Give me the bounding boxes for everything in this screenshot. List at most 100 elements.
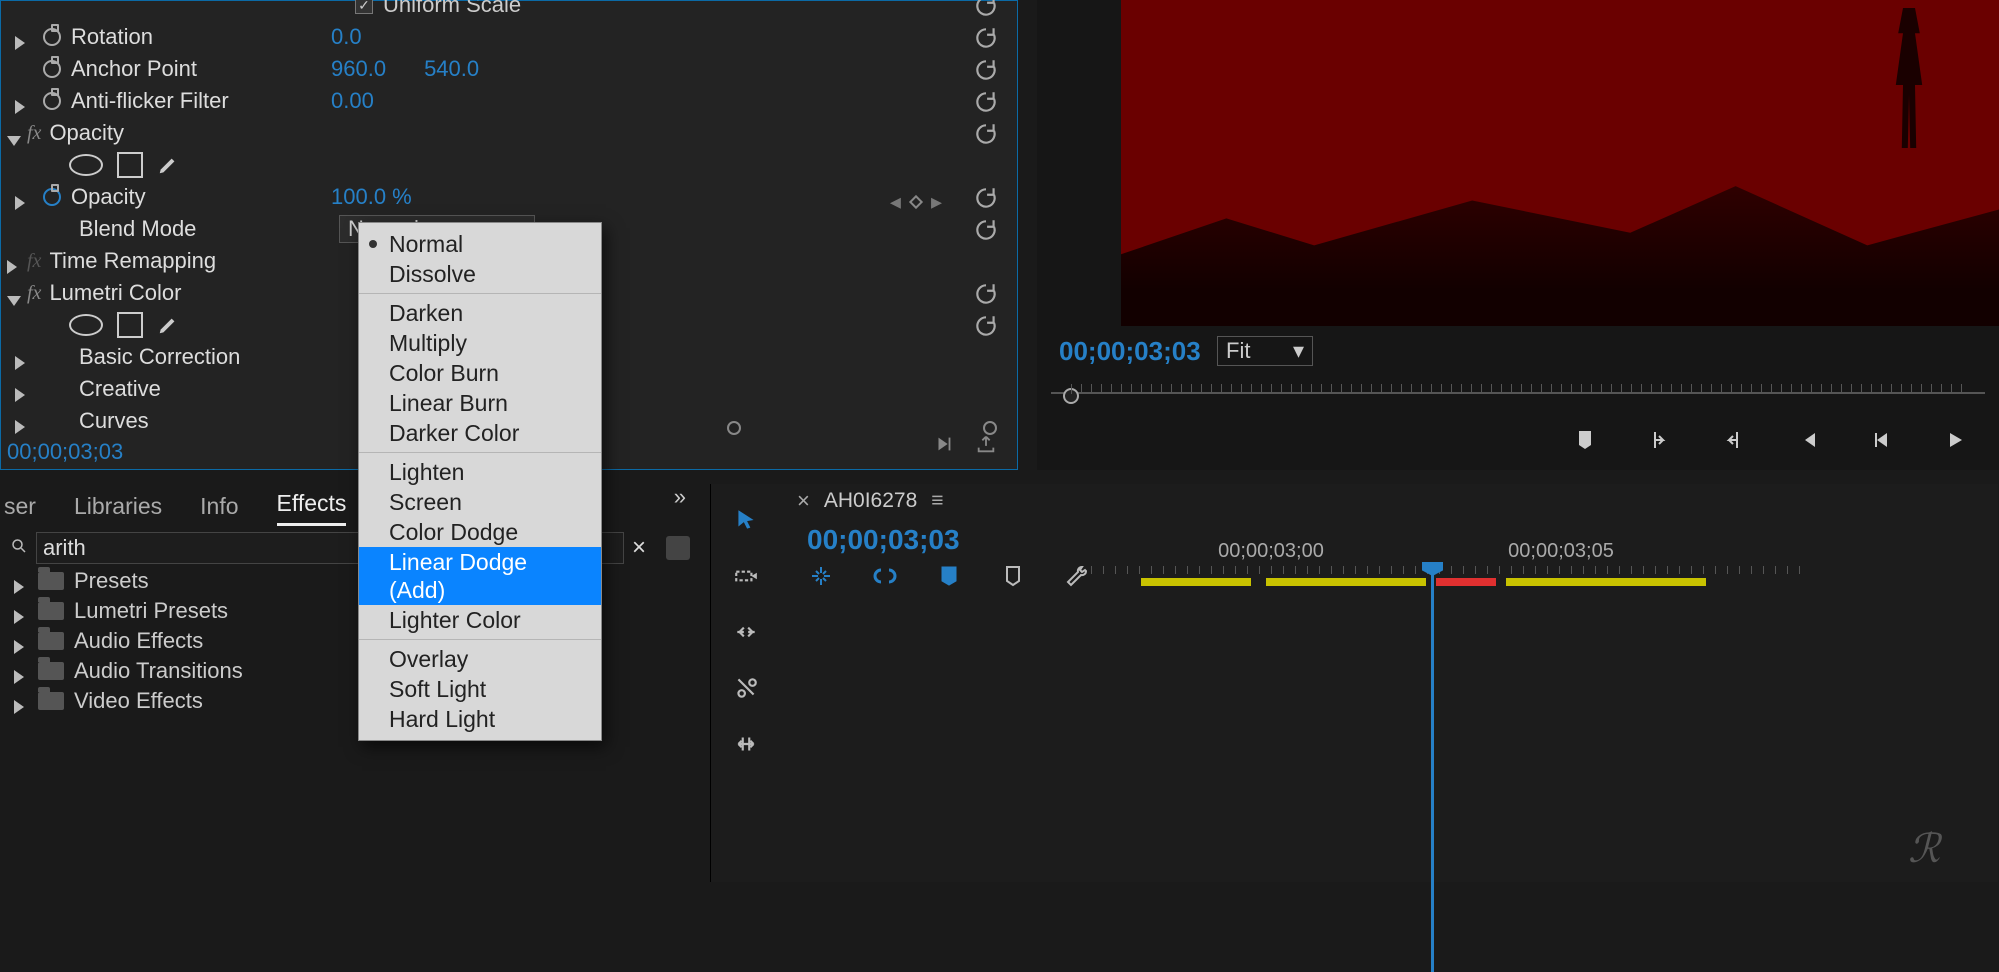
panel-tab[interactable]: Effects (277, 490, 347, 526)
blend-mode-option[interactable]: Dissolve (359, 259, 601, 289)
clear-search-icon[interactable]: × (632, 534, 646, 562)
mask-rect-icon[interactable] (117, 152, 143, 178)
lumetri-section-label[interactable]: Curves (79, 408, 339, 434)
chevron-right-icon[interactable] (14, 634, 28, 648)
panel-tab[interactable]: Libraries (74, 493, 162, 526)
blend-mode-option[interactable]: Darken (359, 298, 601, 328)
marker-flag-icon[interactable] (999, 562, 1027, 590)
clip-segment[interactable] (1436, 578, 1496, 586)
chevron-right-icon[interactable] (7, 254, 21, 268)
reset-icon[interactable] (973, 57, 999, 83)
blend-mode-option[interactable]: Linear Burn (359, 388, 601, 418)
chevron-right-icon[interactable] (14, 604, 28, 618)
blend-mode-option[interactable]: Color Burn (359, 358, 601, 388)
in-point-icon[interactable] (1645, 426, 1673, 454)
chevron-right-icon[interactable] (15, 190, 29, 204)
reset-icon[interactable] (973, 89, 999, 115)
panel-tab[interactable]: ser (4, 493, 36, 526)
blend-mode-option[interactable]: Darker Color (359, 418, 601, 448)
lumetri-section-label[interactable]: Creative (79, 376, 339, 402)
effect-controls-timecode[interactable]: 00;00;03;03 (7, 439, 123, 465)
rotation-value[interactable]: 0.0 (331, 24, 362, 50)
chevron-right-icon[interactable] (15, 414, 29, 428)
anchor-point-x[interactable]: 960.0 (331, 56, 386, 82)
blend-mode-option[interactable]: Lighter Color (359, 605, 601, 635)
ripple-edit-tool-icon[interactable] (730, 616, 762, 648)
playhead[interactable] (1431, 572, 1434, 972)
reset-icon[interactable] (973, 217, 999, 243)
timeline-ruler[interactable]: 00;00;03;00 00;00;03;05 (1091, 540, 1988, 580)
chevron-down-icon[interactable] (7, 126, 21, 140)
stopwatch-icon[interactable] (43, 60, 61, 78)
clip-segment[interactable] (1266, 578, 1426, 586)
chevron-right-icon[interactable] (15, 382, 29, 396)
sequence-name[interactable]: AH0I6278 (824, 489, 917, 513)
add-marker-icon[interactable] (935, 562, 963, 590)
program-ruler[interactable] (1051, 378, 1985, 408)
panel-handle-icon[interactable] (727, 421, 741, 435)
mask-ellipse-icon[interactable] (69, 314, 103, 336)
accelerated-effects-icon[interactable] (666, 536, 690, 560)
selection-tool-icon[interactable] (730, 504, 762, 536)
out-point-icon[interactable] (1719, 426, 1747, 454)
track-select-tool-icon[interactable] (730, 560, 762, 592)
anti-flicker-value[interactable]: 0.00 (331, 88, 374, 114)
keyframe-nav[interactable]: ◂▸ (890, 189, 942, 215)
go-to-in-icon[interactable] (1793, 426, 1821, 454)
blend-mode-option[interactable]: Lighten (359, 457, 601, 487)
chevron-right-icon[interactable] (15, 350, 29, 364)
chevron-right-icon[interactable] (15, 30, 29, 44)
sequence-menu-icon[interactable]: ≡ (931, 489, 943, 513)
program-monitor-frame[interactable] (1121, 0, 1999, 326)
mask-pen-icon[interactable] (157, 314, 179, 336)
playhead-only-icon[interactable] (933, 433, 955, 461)
reset-icon[interactable] (973, 0, 999, 19)
blend-mode-option[interactable]: Color Dodge (359, 517, 601, 547)
stopwatch-icon[interactable] (43, 28, 61, 46)
chevron-right-icon[interactable] (14, 664, 28, 678)
chevron-down-icon[interactable] (7, 286, 21, 300)
timeline-timecode[interactable]: 00;00;03;03 (807, 524, 960, 556)
reset-icon[interactable] (973, 313, 999, 339)
stopwatch-icon[interactable] (43, 92, 61, 110)
snap-icon[interactable] (807, 562, 835, 590)
stopwatch-icon[interactable] (43, 188, 61, 206)
razor-tool-icon[interactable] (730, 672, 762, 704)
program-timecode[interactable]: 00;00;03;03 (1059, 336, 1201, 367)
anchor-point-y[interactable]: 540.0 (424, 56, 479, 82)
clip-segment[interactable] (1141, 578, 1251, 586)
blend-mode-option[interactable]: Overlay (359, 644, 601, 674)
reset-icon[interactable] (973, 281, 999, 307)
blend-mode-option[interactable]: Hard Light (359, 704, 601, 734)
blend-mode-option[interactable]: Linear Dodge (Add) (359, 547, 601, 605)
opacity-value[interactable]: 100.0 % (331, 184, 412, 210)
reset-icon[interactable] (973, 185, 999, 211)
keyframe-diamond-icon[interactable] (909, 195, 923, 209)
blend-mode-option[interactable]: Multiply (359, 328, 601, 358)
slip-tool-icon[interactable] (730, 728, 762, 760)
uniform-scale-checkbox[interactable] (355, 0, 373, 14)
blend-mode-option[interactable]: Soft Light (359, 674, 601, 704)
step-back-icon[interactable] (1867, 426, 1895, 454)
panel-tab[interactable]: Info (200, 493, 238, 526)
zoom-fit-dropdown[interactable]: Fit ▾ (1217, 336, 1313, 366)
export-frame-icon[interactable] (975, 433, 997, 461)
reset-icon[interactable] (973, 25, 999, 51)
close-sequence-icon[interactable]: × (797, 488, 810, 514)
chevron-right-icon[interactable] (14, 574, 28, 588)
mask-pen-icon[interactable] (157, 154, 179, 176)
reset-icon[interactable] (973, 121, 999, 147)
chevron-right-icon[interactable] (15, 94, 29, 108)
panel-overflow-icon[interactable]: » (674, 484, 686, 510)
timeline-clip-area[interactable] (1091, 576, 1988, 636)
blend-mode-option[interactable]: Normal (359, 229, 601, 259)
blend-mode-option[interactable]: Screen (359, 487, 601, 517)
marker-icon[interactable] (1571, 426, 1599, 454)
chevron-right-icon[interactable] (14, 694, 28, 708)
settings-wrench-icon[interactable] (1063, 562, 1091, 590)
clip-segment[interactable] (1506, 578, 1706, 586)
mask-rect-icon[interactable] (117, 312, 143, 338)
lumetri-section-label[interactable]: Basic Correction (79, 344, 339, 370)
play-icon[interactable] (1941, 426, 1969, 454)
linked-selection-icon[interactable] (871, 562, 899, 590)
